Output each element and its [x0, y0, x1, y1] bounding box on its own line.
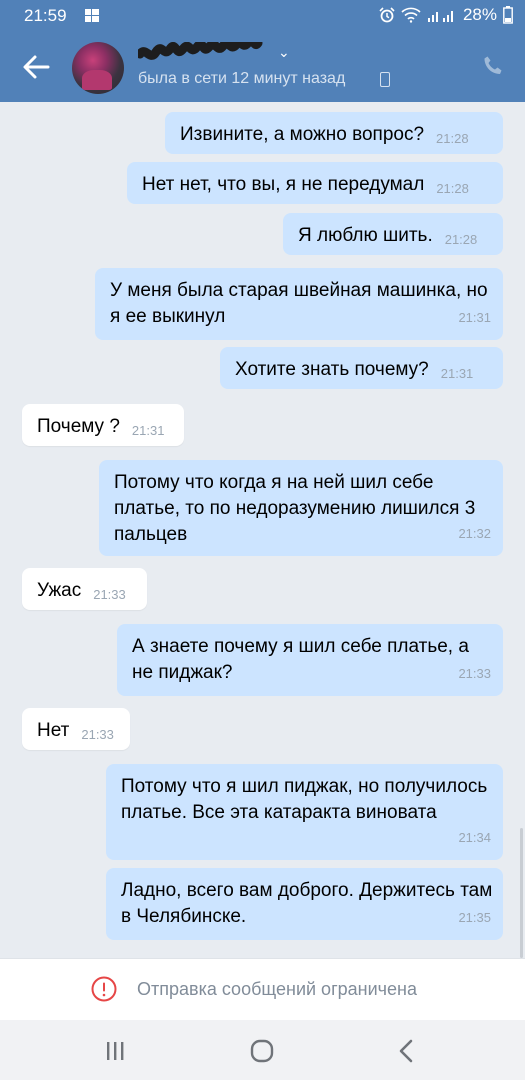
- message-time: 21:35: [458, 910, 491, 925]
- message-text: Извините, а можно вопрос?: [180, 124, 425, 145]
- message-text: А знаете почему я шил себе платье, а не …: [132, 636, 469, 683]
- recents-icon[interactable]: [100, 1036, 130, 1066]
- chevron-down-icon[interactable]: ⌄: [278, 44, 290, 61]
- message-text: Я люблю шить.: [298, 225, 433, 246]
- wifi-icon: [401, 7, 421, 23]
- message-bubble-outgoing[interactable]: Потому что когда я на ней шил себе плать…: [99, 460, 503, 556]
- last-seen-status: была в сети 12 минут назад: [138, 70, 346, 87]
- message-bubble-outgoing[interactable]: У меня была старая швейная машинка, но я…: [95, 268, 503, 340]
- message-time: 21:31: [458, 310, 491, 325]
- status-time: 21:59: [24, 6, 67, 25]
- message-text: Потому что я шил пиджак, но получилось п…: [121, 776, 488, 823]
- message-bubble-incoming[interactable]: Нет 21:33: [22, 708, 130, 750]
- message-text: Ладно, всего вам доброго. Держитесь там …: [121, 880, 493, 927]
- message-bubble-incoming[interactable]: Ужас 21:33: [22, 568, 147, 610]
- system-nav-bar: [0, 1020, 525, 1080]
- message-time: 21:31: [131, 423, 165, 438]
- message-bubble-outgoing[interactable]: Потому что я шил пиджак, но получилось п…: [106, 764, 503, 860]
- message-bubble-outgoing[interactable]: Ладно, всего вам доброго. Держитесь там …: [106, 868, 503, 940]
- windows-icon: [85, 9, 99, 22]
- home-icon[interactable]: [247, 1036, 277, 1066]
- message-time: 21:34: [458, 830, 491, 845]
- message-time: 21:32: [458, 526, 491, 541]
- status-bar: 21:59 28%: [0, 0, 525, 32]
- phone-icon[interactable]: [481, 54, 505, 78]
- message-time: 21:33: [458, 666, 491, 681]
- message-time: 21:31: [440, 366, 474, 381]
- message-text: Почему ?: [37, 416, 120, 437]
- message-time: 21:33: [93, 587, 126, 602]
- contact-name-redacted[interactable]: [138, 42, 273, 64]
- scrollbar[interactable]: [520, 828, 523, 958]
- message-text: Ужас: [37, 580, 82, 601]
- message-bubble-outgoing[interactable]: А знаете почему я шил себе платье, а не …: [117, 624, 503, 696]
- arrow-left-icon[interactable]: [22, 54, 50, 80]
- message-time: 21:28: [436, 131, 469, 146]
- message-bubble-outgoing[interactable]: Нет нет, что вы, я не передумал 21:28: [127, 162, 503, 204]
- message-time: 21:28: [444, 232, 478, 247]
- avatar[interactable]: [72, 42, 124, 94]
- restricted-notice-text: Отправка сообщений ограничена: [137, 979, 417, 999]
- message-list[interactable]: Извините, а можно вопрос? 21:28 Нет нет, …: [0, 102, 525, 960]
- exclamation-circle-icon: [91, 976, 117, 1002]
- alarm-icon: [379, 7, 395, 23]
- mobile-device-icon: [380, 72, 390, 87]
- chat-header: ⌄ была в сети 12 минут назад: [0, 32, 525, 102]
- message-text: Хотите знать почему?: [235, 359, 429, 380]
- message-text: Нет нет, что вы, я не передумал: [142, 174, 425, 195]
- battery-icon: [503, 6, 513, 24]
- message-text: Нет: [37, 720, 70, 741]
- message-text: У меня была старая швейная машинка, но я…: [110, 280, 488, 327]
- message-text: Потому что когда я на ней шил себе плать…: [114, 472, 476, 545]
- signal-icon: [427, 11, 453, 22]
- status-indicators: 28%: [379, 5, 513, 25]
- message-bubble-outgoing[interactable]: Я люблю шить. 21:28: [283, 213, 503, 255]
- back-icon[interactable]: [392, 1036, 422, 1066]
- message-bubble-outgoing[interactable]: Хотите знать почему? 21:31: [220, 347, 503, 389]
- message-bubble-outgoing[interactable]: Извините, а можно вопрос? 21:28: [165, 112, 503, 154]
- battery-percent: 28%: [462, 5, 497, 24]
- messaging-restricted-bar: Отправка сообщений ограничена: [0, 958, 525, 1021]
- message-time: 21:33: [81, 727, 114, 742]
- message-bubble-incoming[interactable]: Почему ? 21:31: [22, 404, 184, 446]
- message-time: 21:28: [436, 181, 469, 196]
